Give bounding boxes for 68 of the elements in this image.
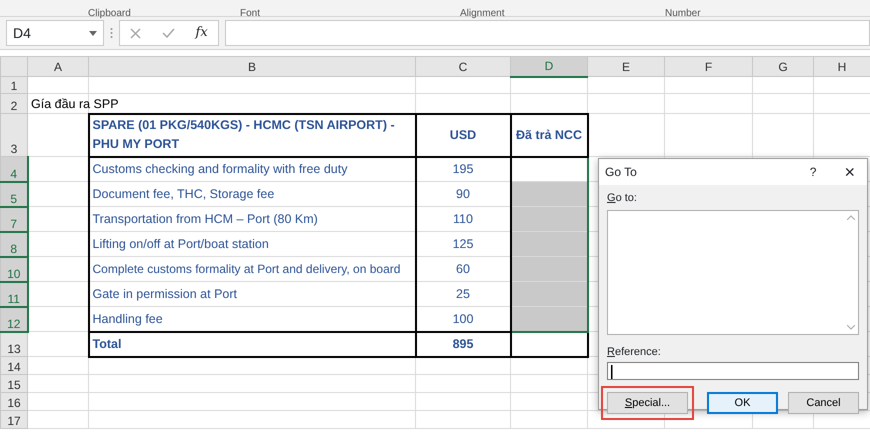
help-button[interactable]: ? (810, 163, 816, 181)
ribbon-group-label: Number (665, 7, 701, 20)
row-header[interactable]: 16 (0, 392, 28, 410)
table-cell: 195 (452, 162, 474, 176)
row-header[interactable]: 7 (0, 206, 28, 232)
row-header[interactable]: 17 (0, 410, 28, 428)
field-label: Go to: (607, 191, 638, 206)
go-to-list[interactable] (607, 210, 859, 334)
table-cell: 90 (456, 187, 470, 201)
table-cell-text: Complete customs formality at Port and delivery, on board (92, 263, 402, 275)
ribbon-group-label: Clipboard (88, 7, 131, 20)
name-box[interactable]: D4 (6, 20, 104, 46)
row-header[interactable]: 11 (0, 282, 28, 306)
insert-function-button[interactable]: fx (196, 23, 208, 43)
formula-input[interactable] (225, 20, 870, 46)
table-cell: 100 (452, 312, 474, 326)
scroll-down-icon[interactable] (847, 324, 855, 330)
row-header[interactable]: 3 (0, 114, 28, 156)
table-cell: 110 (453, 212, 473, 226)
total-label: Total (92, 337, 122, 351)
table-cell-text: Document fee, THC, Storage fee (92, 187, 276, 201)
row-header[interactable]: 4 (0, 156, 28, 182)
cell-text: Gía đầu ra SPP (31, 96, 119, 110)
dialog-button[interactable]: Cancel (788, 392, 859, 414)
row-header[interactable]: 12 (0, 306, 28, 332)
table-cell-text: Transportation from HCM – Port (80 Km) (92, 212, 319, 226)
dialog-button[interactable]: OK (707, 392, 778, 414)
row-header[interactable]: 1 (0, 76, 28, 94)
table-header-cell: USD (450, 128, 476, 142)
table-cell: 60 (456, 262, 470, 276)
name-box-value: D4 (13, 24, 31, 42)
table-cell-text: Gate in permission at Port (92, 287, 238, 301)
column-header[interactable]: A (28, 56, 88, 76)
table-header-cell: Đã trả NCC (516, 128, 582, 142)
text-cursor-icon (611, 365, 613, 380)
column-header[interactable]: E (588, 56, 664, 76)
ribbon-group-label: Alignment (460, 7, 504, 20)
row-header[interactable]: 8 (0, 232, 28, 256)
column-header[interactable]: D (510, 56, 588, 76)
drag-handle-icon[interactable] (110, 27, 113, 39)
table-cell-text: Handling fee (92, 312, 164, 326)
row-header[interactable]: 10 (0, 256, 28, 282)
field-label: Reference: (607, 344, 662, 360)
row-header[interactable]: 14 (0, 356, 28, 374)
cancel-icon[interactable] (130, 28, 142, 38)
column-header[interactable]: B (88, 56, 416, 76)
row-header[interactable]: 5 (0, 182, 28, 206)
total-value: 895 (452, 337, 474, 351)
table-header-cell-text: SPARE (01 PKG/540KGS) - HCMC (TSN AIRPORT) - PHU MY PORT (92, 117, 396, 153)
row-header[interactable]: 13 (0, 332, 28, 356)
row-header[interactable]: 15 (0, 374, 28, 392)
row-header[interactable]: 2 (0, 94, 28, 114)
column-header[interactable]: H (814, 56, 870, 76)
table-cell: 25 (456, 287, 470, 301)
column-header[interactable]: F (664, 56, 752, 76)
table-cell-text: Customs checking and formality with free duty (92, 162, 348, 176)
column-header[interactable]: G (752, 56, 814, 76)
column-header[interactable]: C (416, 56, 510, 76)
reference-field[interactable] (607, 362, 859, 380)
ribbon-group-label: Font (240, 7, 260, 20)
checkmark-icon[interactable] (162, 28, 175, 38)
close-button[interactable]: × (844, 158, 855, 186)
dialog-title: Go To (605, 164, 637, 181)
table-cell-text: Lifting on/off at Port/boat station (92, 237, 270, 251)
table-cell: 125 (452, 237, 474, 251)
dialog-button[interactable]: Special... (607, 392, 688, 414)
dropdown-caret-icon[interactable] (89, 30, 97, 36)
scroll-up-icon[interactable] (847, 214, 855, 220)
